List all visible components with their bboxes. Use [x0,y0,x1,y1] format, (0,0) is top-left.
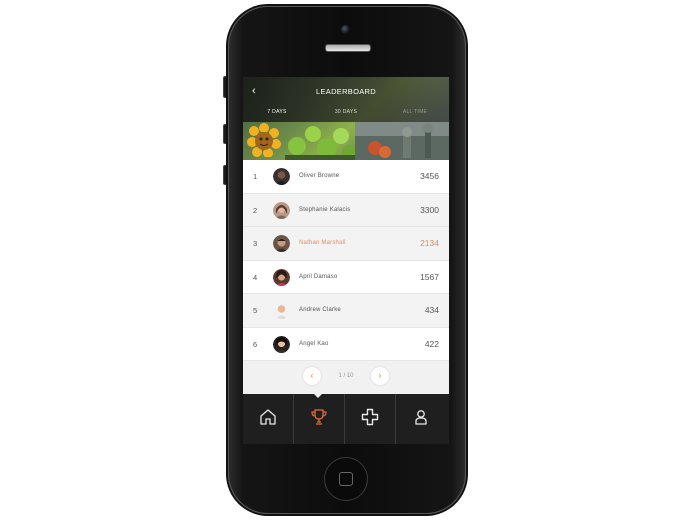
sunflower-illustration [247,123,281,157]
rank-number: 3 [253,239,258,248]
chevron-right-icon: › [378,371,382,380]
avatar [273,201,290,219]
rank-number: 2 [253,205,258,215]
leaderboard-list: 1 Oliver Browne 3456 2 Stephanie Kalacis… [243,160,449,361]
player-score: 3300 [420,204,439,215]
avatar [273,235,290,252]
player-score: 2134 [420,238,439,248]
player-name: Nathan Marshall [299,240,346,246]
tab-7-days[interactable]: 7 DAYS [243,106,311,122]
leaderboard-row[interactable]: 6 Angel Kao 422 [243,327,449,361]
nav-home[interactable] [243,394,294,444]
player-score: 1567 [420,271,439,282]
home-icon [260,409,276,425]
nav-leaderboard[interactable] [294,394,345,444]
time-range-tabs: 7 DAYS 30 DAYS ALL TIME [243,106,449,122]
zombie-illustration [355,122,449,160]
rank-number: 5 [253,306,258,315]
front-camera [341,25,350,34]
bottom-nav [243,394,449,444]
tab-all-time[interactable]: ALL TIME [381,106,449,122]
earpiece-speaker [325,44,371,52]
next-page-button[interactable]: › [371,367,389,385]
peashooter-illustration [285,126,355,160]
top-bar: ‹ LEADERBOARD [243,77,449,106]
nav-profile[interactable] [396,394,447,444]
rank-number: 4 [253,272,258,282]
home-button[interactable] [324,457,368,501]
nav-games[interactable] [345,394,396,444]
player-score: 3456 [420,171,439,181]
player-name: Andrew Clarke [299,307,341,313]
leaderboard-row[interactable]: 5 Andrew Clarke 434 [243,294,449,328]
page-indicator: 1 / 10 [338,373,354,379]
gamepad-icon [361,408,379,426]
rank-number: 1 [253,172,258,181]
tab-30-days[interactable]: 30 DAYS [312,106,380,122]
avatar [273,268,290,286]
rank-number: 6 [253,339,258,349]
player-score: 434 [424,305,439,315]
leaderboard-row[interactable]: 1 Oliver Browne 3456 [243,160,449,194]
user-icon [415,410,427,425]
trophy-icon [311,409,327,425]
leaderboard-row[interactable]: 4 April Damaso 1567 [243,260,449,294]
active-tab-notch [313,393,323,398]
page-title: LEADERBOARD [316,87,376,96]
player-score: 422 [424,338,439,349]
pagination: ‹ 1 / 10 › [243,362,449,394]
leaderboard-row-current-user[interactable]: 3 Nathan Marshall 2134 [243,227,449,261]
player-name: Oliver Browne [299,173,340,179]
player-name: Stephanie Kalacis [299,206,351,213]
app-screen: ‹ LEADERBOARD 7 DAYS 30 DAYS ALL TIME 1 … [243,77,449,444]
player-name: Angel Kao [299,340,329,347]
leaderboard-row[interactable]: 2 Stephanie Kalacis 3300 [243,193,449,227]
player-name: April Damaso [299,273,338,280]
avatar [273,335,290,353]
avatar [273,168,290,185]
avatar [273,302,290,319]
